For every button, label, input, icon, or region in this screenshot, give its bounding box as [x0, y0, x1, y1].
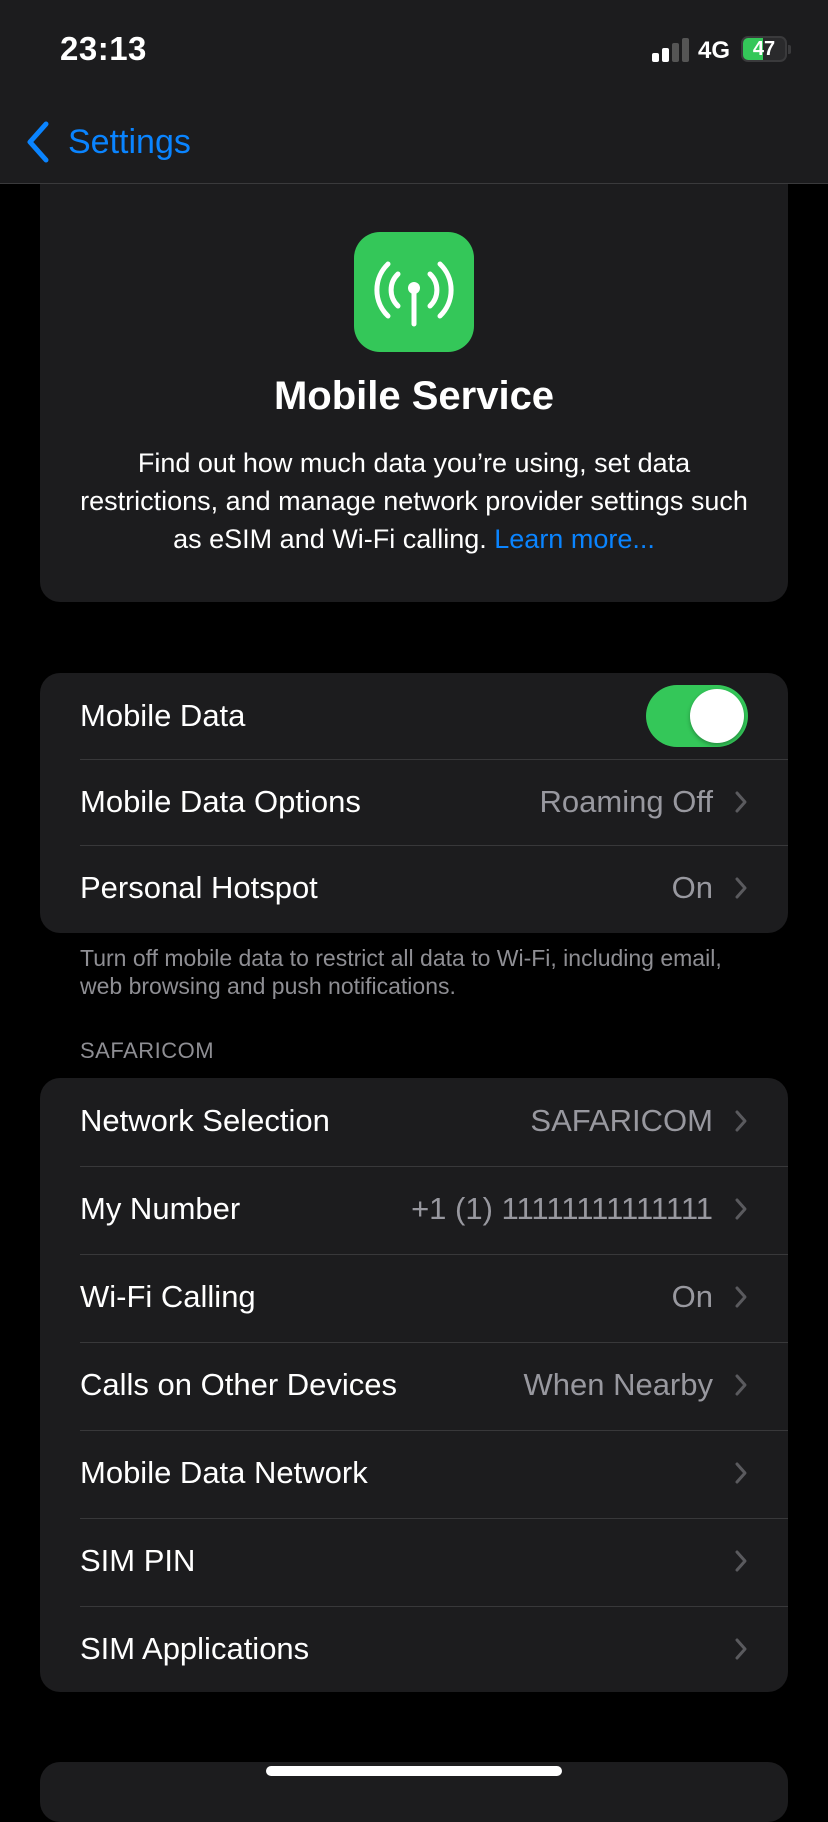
mobile-data-footnote: Turn off mobile data to restrict all dat… — [80, 945, 722, 999]
mobile-data-toggle[interactable] — [646, 685, 748, 747]
wifi-calling-row[interactable]: Wi-Fi Calling On — [40, 1254, 788, 1340]
row-label: SIM PIN — [80, 1543, 196, 1578]
row-label: SIM Applications — [80, 1631, 310, 1666]
row-value: SAFARICOM — [530, 1103, 713, 1138]
carrier-settings-group: Network Selection SAFARICOM My Number +1… — [40, 1078, 788, 1692]
chevron-left-icon — [27, 121, 49, 163]
row-label: Mobile Data Network — [80, 1455, 368, 1490]
row-value: When Nearby — [523, 1367, 713, 1402]
sim-pin-row[interactable]: SIM PIN — [40, 1518, 788, 1604]
row-label: Personal Hotspot — [80, 870, 318, 905]
chevron-right-icon — [735, 1198, 747, 1220]
mobile-data-options-row[interactable]: Mobile Data Options Roaming Off — [40, 759, 788, 845]
row-value: On — [671, 1279, 713, 1314]
row-value: Roaming Off — [539, 784, 713, 819]
my-number-row[interactable]: My Number +1 (1) 11111111111111 — [40, 1166, 788, 1252]
battery-percent: 47 — [752, 38, 776, 60]
network-selection-row[interactable]: Network Selection SAFARICOM — [40, 1078, 788, 1164]
status-bar: 23:13 4G 47 — [0, 0, 828, 100]
personal-hotspot-row[interactable]: Personal Hotspot On — [40, 845, 788, 931]
section-header-safaricom: SAFARICOM — [80, 1038, 215, 1063]
row-label: Network Selection — [80, 1103, 330, 1138]
cellular-signal-icon — [652, 38, 690, 62]
navigation-bar: Settings — [0, 100, 828, 184]
mobile-data-group: Mobile Data Mobile Data Options Roaming … — [40, 673, 788, 933]
mobile-service-intro-card: Mobile Service Find out how much data yo… — [40, 184, 788, 602]
home-indicator[interactable] — [266, 1766, 562, 1776]
row-value: +1 (1) 11111111111111 — [411, 1191, 713, 1226]
learn-more-link[interactable]: Learn more... — [494, 524, 655, 554]
intro-description: Find out how much data you’re using, set… — [70, 444, 758, 558]
calls-on-other-devices-row[interactable]: Calls on Other Devices When Nearby — [40, 1342, 788, 1428]
battery-icon: 47 — [741, 36, 791, 62]
row-label: Calls on Other Devices — [80, 1367, 398, 1402]
row-value: On — [671, 870, 713, 905]
network-type: 4G — [698, 37, 731, 64]
page-title: Mobile Service — [273, 374, 555, 418]
antenna-icon — [354, 232, 474, 352]
mobile-data-network-row[interactable]: Mobile Data Network — [40, 1430, 788, 1516]
status-time: 23:13 — [60, 30, 147, 67]
chevron-right-icon — [735, 1110, 747, 1132]
chevron-right-icon — [735, 791, 747, 813]
back-button-label: Settings — [68, 122, 191, 161]
back-button[interactable]: Settings — [24, 120, 191, 164]
chevron-right-icon — [735, 1638, 747, 1660]
row-label: Mobile Data Options — [80, 784, 361, 819]
sim-applications-row[interactable]: SIM Applications — [40, 1606, 788, 1692]
chevron-right-icon — [735, 1462, 747, 1484]
row-label: Mobile Data — [80, 698, 246, 733]
mobile-data-row: Mobile Data — [40, 673, 788, 759]
chevron-right-icon — [735, 1286, 747, 1308]
chevron-right-icon — [735, 877, 747, 899]
row-label: Wi-Fi Calling — [80, 1279, 256, 1314]
chevron-right-icon — [735, 1374, 747, 1396]
chevron-right-icon — [735, 1550, 747, 1572]
row-label: My Number — [80, 1191, 241, 1226]
